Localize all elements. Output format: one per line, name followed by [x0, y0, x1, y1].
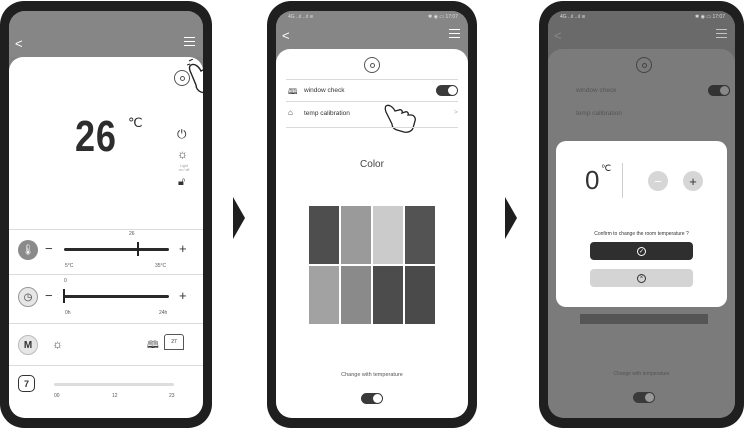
change-with-temperature-toggle[interactable]	[361, 393, 383, 404]
sun-icon[interactable]: ☼	[52, 337, 63, 351]
temperature-unit: ℃	[128, 115, 143, 130]
dimmed-temp-calibration-label: temp calibration	[576, 110, 622, 117]
temp-slider[interactable]	[64, 248, 169, 251]
main-card: 26 ℃ ⏻ ☼ Light on / off 🔓︎ 🌡︎ − 26 + 5°C…	[9, 57, 203, 418]
screen-2: 4G ..ıl ..ıl ≋ ✱ ◉ ▭ 17:07 < 🕮︎ window ch…	[276, 11, 468, 418]
step-arrow-1	[233, 197, 245, 239]
menu-icon[interactable]	[449, 29, 460, 41]
book-icon: 🕮︎	[288, 87, 298, 96]
timer-slider-value: 0	[64, 278, 67, 284]
schedule-label-1: 12	[112, 393, 118, 399]
color-title: Color	[360, 159, 384, 170]
top-bar: <	[9, 11, 203, 57]
dimmed-change-label: Change with temperature	[613, 371, 670, 377]
temperature-display: 26	[75, 112, 117, 161]
schedule-label-0: 00	[54, 393, 60, 399]
temp-calibration-label[interactable]: temp calibration	[304, 110, 350, 117]
settings-gear-icon	[636, 57, 652, 73]
cancel-button[interactable]: ×	[590, 269, 693, 287]
palette-swatch[interactable]	[308, 265, 340, 325]
mode-button[interactable]: M	[18, 335, 38, 355]
step-arrow-2	[505, 197, 517, 239]
palette-swatch[interactable]	[340, 205, 372, 265]
cancel-circle-icon: ×	[637, 273, 646, 283]
temp-slider-value: 26	[129, 231, 135, 237]
house-icon: ⌂	[288, 108, 293, 117]
palette-swatch[interactable]	[308, 205, 340, 265]
palette-swatch[interactable]	[372, 205, 404, 265]
timer-minus-button[interactable]: −	[45, 288, 53, 303]
window-check-label: window check	[304, 87, 345, 94]
schedule-bar[interactable]	[54, 383, 174, 386]
dialog-temperature-value: 0	[585, 165, 600, 195]
palette-swatch[interactable]	[340, 265, 372, 325]
screen-3: 4G ..ıl ..ıl ≋ ✱ ◉ ▭ 17:07 < window check…	[548, 11, 735, 418]
confirm-dialog: 0 ℃ − + Confirm to change the room tempe…	[556, 141, 727, 307]
window-badge: 27	[164, 334, 184, 350]
timer-min-label: 0h	[65, 310, 71, 316]
phone-screen-settings: 4G ..ıl ..ıl ≋ ✱ ◉ ▭ 17:07 < 🕮︎ window ch…	[267, 1, 477, 428]
status-bar: 4G ..ıl ..ıl ≋ ✱ ◉ ▭ 17:07	[288, 14, 458, 20]
palette-swatch[interactable]	[404, 205, 436, 265]
dialog-minus-button[interactable]: −	[648, 171, 668, 191]
schedule-icon[interactable]: 7	[18, 375, 35, 392]
temp-max-label: 35°C	[155, 263, 167, 269]
power-icon[interactable]: ⏻	[177, 127, 187, 142]
schedule-label-2: 23	[169, 393, 175, 399]
timer-slider-thumb[interactable]	[63, 289, 65, 303]
phone-screen-confirm: 4G ..ıl ..ıl ≋ ✱ ◉ ▭ 17:07 < window check…	[539, 1, 744, 428]
tap-hand-icon	[187, 59, 203, 94]
dimmed-toggle	[708, 85, 730, 96]
change-with-temperature-label: Change with temperature	[341, 372, 403, 378]
light-icon[interactable]: ☼	[177, 147, 188, 161]
phone-screen-thermostat: < 26 ℃ ⏻ ☼ Light on / off 🔓︎ 🌡︎ − 26 + 5…	[0, 1, 212, 428]
tap-hand-icon	[384, 104, 416, 133]
confirm-button[interactable]: ✓	[590, 242, 693, 260]
window-check-toggle[interactable]	[436, 85, 458, 96]
screen-1: < 26 ℃ ⏻ ☼ Light on / off 🔓︎ 🌡︎ − 26 + 5…	[9, 11, 203, 418]
settings-card: 🕮︎ window check ⌂ temp calibration > Col…	[276, 49, 468, 418]
settings-gear-icon[interactable]	[364, 57, 380, 73]
dimmed-change-toggle	[633, 392, 655, 403]
light-label: Light on / off	[178, 164, 190, 172]
dimmed-palette	[580, 314, 708, 324]
lock-icon[interactable]: 🔓︎	[178, 176, 185, 189]
back-button[interactable]: <	[15, 36, 23, 51]
back-button[interactable]: <	[554, 28, 562, 43]
chevron-right-icon: >	[454, 109, 458, 116]
timer-plus-button[interactable]: +	[179, 288, 187, 303]
dialog-question: Confirm to change the room temperature ?	[594, 231, 689, 237]
color-palette	[308, 205, 436, 325]
temp-plus-button[interactable]: +	[179, 241, 187, 256]
menu-icon[interactable]	[716, 29, 727, 41]
window-book-icon[interactable]: 🕮︎	[147, 338, 159, 355]
temp-min-label: 5°C	[65, 263, 74, 269]
menu-icon[interactable]	[184, 37, 195, 49]
timer-max-label: 24h	[159, 310, 168, 316]
dimmed-window-check-label: window check	[576, 87, 617, 94]
status-bar: 4G ..ıl ..ıl ≋ ✱ ◉ ▭ 17:07	[560, 14, 725, 20]
check-circle-icon: ✓	[637, 246, 646, 256]
temp-slider-thumb[interactable]	[136, 242, 139, 256]
palette-swatch[interactable]	[404, 265, 436, 325]
dialog-divider	[622, 163, 623, 198]
clock-icon: ◷	[18, 287, 38, 307]
timer-slider[interactable]	[64, 295, 169, 298]
temp-minus-button[interactable]: −	[45, 241, 53, 256]
dialog-temperature-unit: ℃	[601, 163, 612, 173]
back-button[interactable]: <	[282, 28, 290, 43]
dialog-plus-button[interactable]: +	[683, 171, 703, 191]
thermometer-icon: 🌡︎	[18, 240, 38, 260]
palette-swatch[interactable]	[372, 265, 404, 325]
